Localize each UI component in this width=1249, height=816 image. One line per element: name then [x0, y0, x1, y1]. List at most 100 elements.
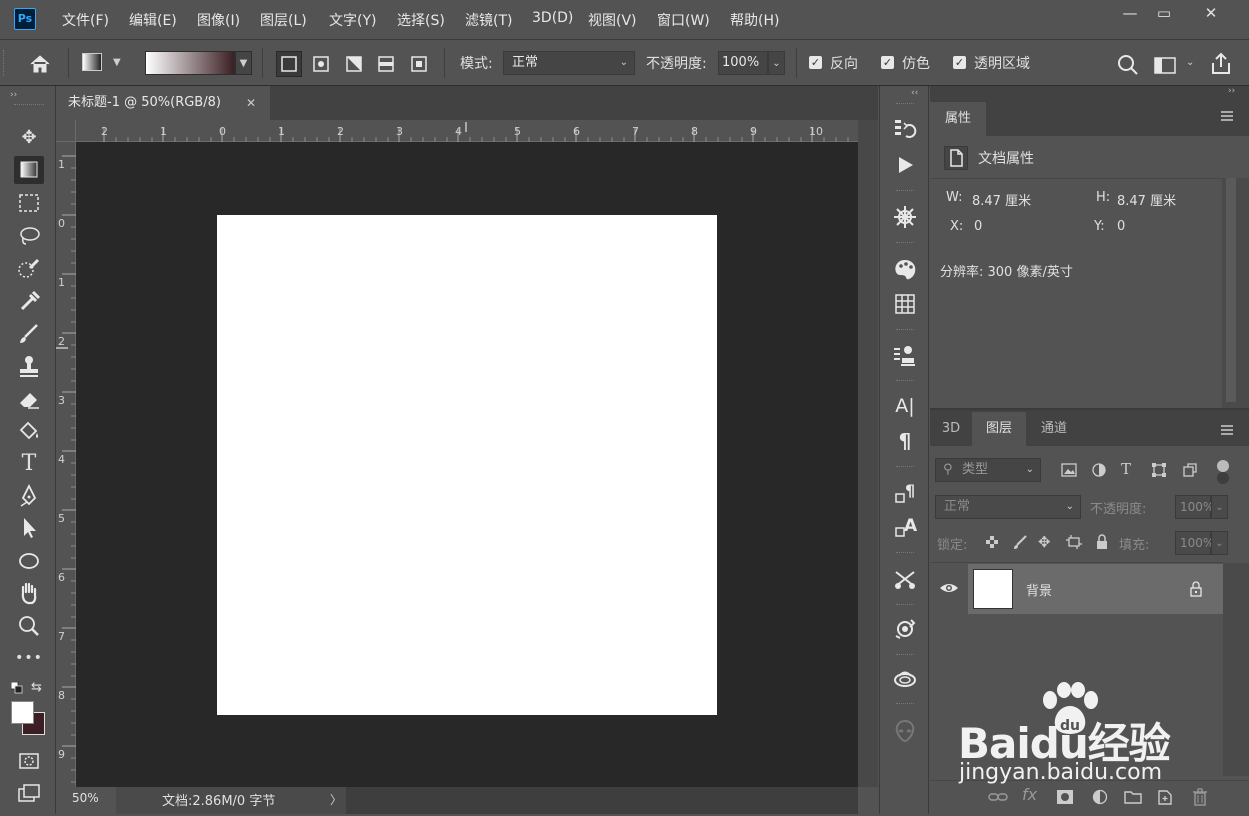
- status-menu-arrow[interactable]: 〉: [330, 791, 342, 808]
- chevron-down-icon[interactable]: ▼: [113, 57, 121, 68]
- lock-transparent-icon[interactable]: [984, 534, 1000, 550]
- angle-gradient-button[interactable]: [341, 51, 367, 77]
- expand-icon[interactable]: ››: [1228, 86, 1235, 96]
- search-icon[interactable]: [1116, 53, 1140, 77]
- radial-gradient-button[interactable]: [308, 51, 334, 77]
- lasso-tool-icon[interactable]: [14, 222, 44, 250]
- paragraph-styles-icon[interactable]: ¶: [892, 480, 918, 506]
- tab-properties[interactable]: 属性: [930, 102, 986, 136]
- menu-layer[interactable]: 图层(L): [260, 10, 307, 30]
- filter-type-icon[interactable]: T: [1121, 460, 1137, 478]
- y-value[interactable]: 0: [1117, 219, 1125, 234]
- close-tab-icon[interactable]: ✕: [246, 86, 256, 120]
- paint-bucket-tool-icon[interactable]: [14, 417, 44, 445]
- ellipse-tool-icon[interactable]: [14, 547, 44, 575]
- path-selection-tool-icon[interactable]: [14, 514, 44, 542]
- layer-opacity-input[interactable]: 100%: [1175, 495, 1214, 519]
- tab-3d[interactable]: 3D: [930, 412, 972, 446]
- blend-mode-dropdown[interactable]: 正常 ⌄: [935, 495, 1081, 519]
- reverse-checkbox[interactable]: ✓: [809, 56, 822, 69]
- filter-shape-icon[interactable]: [1151, 462, 1167, 478]
- quick-mask-icon[interactable]: [14, 747, 44, 775]
- maximize-button[interactable]: ▭: [1146, 2, 1182, 26]
- learn-icon[interactable]: [892, 616, 918, 642]
- document-tab[interactable]: 未标题-1 @ 50%(RGB/8) ✕: [56, 86, 270, 120]
- brush-tool-icon[interactable]: [14, 320, 44, 348]
- layer-opacity-dropdown[interactable]: ⌄: [1211, 495, 1228, 519]
- opacity-dropdown[interactable]: ⌄: [768, 51, 785, 75]
- lock-all-icon[interactable]: [1094, 534, 1110, 550]
- filter-toggle[interactable]: [1217, 460, 1229, 472]
- libraries-icon[interactable]: [892, 342, 918, 368]
- swap-colors-icon[interactable]: ⇆: [31, 680, 42, 695]
- fill-dropdown[interactable]: ⌄: [1211, 531, 1228, 555]
- gradient-tool-preset-icon[interactable]: [82, 53, 102, 71]
- creative-cloud-icon[interactable]: [892, 666, 918, 692]
- workspace-icon[interactable]: [1152, 53, 1178, 77]
- menu-image[interactable]: 图像(I): [197, 10, 240, 30]
- new-layer-icon[interactable]: [1156, 788, 1174, 806]
- stamp-tool-icon[interactable]: [14, 352, 44, 380]
- menu-help[interactable]: 帮助(H): [730, 10, 779, 30]
- foreground-color-swatch[interactable]: [11, 701, 34, 724]
- adjustment-layer-icon[interactable]: [1092, 789, 1110, 805]
- layer-filter-dropdown[interactable]: 类型 ⚲ ⌄: [935, 458, 1041, 482]
- gradient-tool-icon[interactable]: [14, 156, 44, 184]
- opacity-input[interactable]: 100%: [718, 51, 768, 75]
- home-icon[interactable]: [27, 52, 53, 76]
- screen-mode-icon[interactable]: [14, 779, 44, 807]
- vertical-scrollbar[interactable]: [858, 120, 878, 787]
- horizontal-scrollbar[interactable]: [346, 787, 858, 814]
- panel-menu-icon[interactable]: [1220, 110, 1234, 122]
- minimize-button[interactable]: —: [1112, 2, 1148, 26]
- share-icon[interactable]: [1208, 51, 1234, 77]
- filter-smart-object-icon[interactable]: [1182, 462, 1198, 478]
- eye-icon[interactable]: [938, 580, 960, 596]
- play-actions-icon[interactable]: [892, 152, 918, 178]
- menu-file[interactable]: 文件(F): [62, 10, 109, 30]
- tab-layers[interactable]: 图层: [972, 412, 1026, 446]
- diamond-gradient-button[interactable]: [406, 51, 432, 77]
- filter-pixel-icon[interactable]: [1061, 462, 1077, 478]
- close-window-button[interactable]: ✕: [1193, 2, 1229, 26]
- move-tool-icon[interactable]: ✥: [14, 124, 44, 152]
- properties-scrollbar[interactable]: [1222, 178, 1249, 408]
- fill-input[interactable]: 100%: [1175, 531, 1214, 555]
- transparency-checkbox[interactable]: ✓: [953, 56, 966, 69]
- marquee-tool-icon[interactable]: [14, 189, 44, 217]
- layers-scrollbar[interactable]: [1223, 563, 1249, 776]
- tools-preset-icon[interactable]: [892, 566, 918, 592]
- alien-icon[interactable]: [892, 718, 918, 744]
- collapse-icon[interactable]: ‹‹: [911, 88, 918, 98]
- pen-tool-icon[interactable]: [14, 482, 44, 510]
- paragraph-icon[interactable]: ¶: [892, 428, 918, 454]
- history-icon[interactable]: [892, 116, 918, 142]
- add-mask-icon[interactable]: [1056, 789, 1074, 805]
- x-value[interactable]: 0: [974, 219, 982, 234]
- more-tools-icon[interactable]: •••: [14, 644, 44, 672]
- chevron-down-icon[interactable]: ⌄: [1186, 57, 1194, 68]
- menu-view[interactable]: 视图(V): [588, 10, 637, 30]
- menu-edit[interactable]: 编辑(E): [129, 10, 177, 30]
- width-value[interactable]: 8.47 厘米: [972, 190, 1031, 209]
- lock-position-icon[interactable]: ✥: [1038, 534, 1054, 550]
- document-canvas[interactable]: [217, 215, 717, 715]
- menu-window[interactable]: 窗口(W): [657, 10, 710, 30]
- lock-artboard-icon[interactable]: [1066, 534, 1082, 550]
- trash-icon[interactable]: [1192, 788, 1208, 806]
- menu-filter[interactable]: 滤镜(T): [465, 10, 512, 30]
- swatches-icon[interactable]: [892, 291, 918, 317]
- mode-dropdown[interactable]: 正常 ⌄: [503, 51, 635, 75]
- zoom-tool-icon[interactable]: [14, 612, 44, 640]
- new-group-icon[interactable]: [1124, 789, 1142, 805]
- quick-selection-tool-icon[interactable]: [14, 255, 44, 283]
- eraser-tool-icon[interactable]: [14, 385, 44, 413]
- type-tool-icon[interactable]: T: [14, 450, 44, 478]
- dither-checkbox[interactable]: ✓: [881, 56, 894, 69]
- filter-adjustment-icon[interactable]: [1091, 462, 1107, 478]
- layer-name[interactable]: 背景: [1026, 580, 1052, 599]
- hand-tool-icon[interactable]: [14, 579, 44, 607]
- eyedropper-tool-icon[interactable]: [14, 287, 44, 315]
- menu-type[interactable]: 文字(Y): [329, 10, 376, 30]
- character-icon[interactable]: A|: [892, 393, 918, 419]
